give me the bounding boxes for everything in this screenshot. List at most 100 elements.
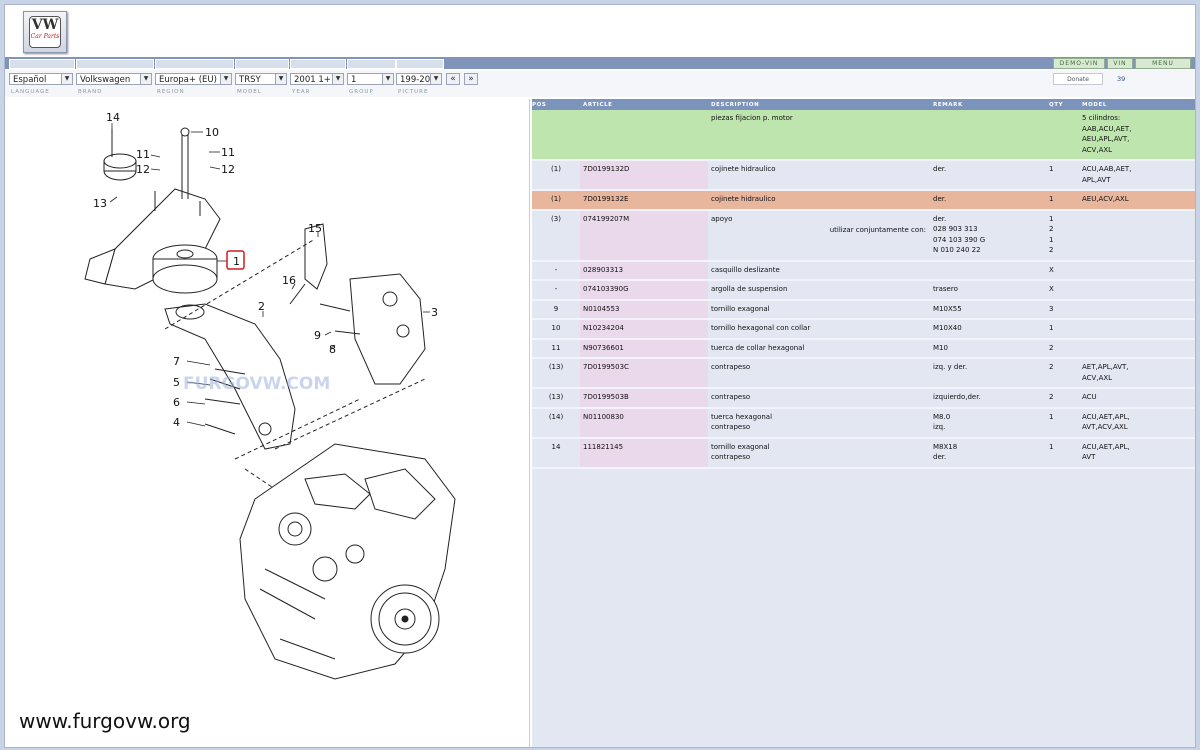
qty-line: 1 [1049, 412, 1054, 421]
cell-model: ACU,AAB,AET, APL,AVT [1079, 160, 1195, 191]
cell-qty: 1 2 1 2 [1046, 209, 1079, 262]
language-select[interactable]: Español ▼ [9, 73, 73, 85]
cell-qty: 2 [1046, 358, 1079, 389]
callout-14[interactable]: 14 [106, 111, 120, 124]
cell-article[interactable]: N90736601 [580, 338, 708, 359]
header-pos: POS [532, 99, 580, 110]
language-value: Español [13, 75, 47, 85]
model-select[interactable]: TRSY ▼ [235, 73, 287, 85]
cell-description: contrapeso [708, 388, 930, 409]
cell-article[interactable]: 111821145 [580, 437, 708, 469]
cell-remark: der. [930, 160, 1046, 191]
table-row[interactable]: 9 N0104553 tornillo exagonal M10X55 3 [532, 299, 1195, 320]
description-line: argolla de suspension [711, 285, 788, 293]
model-line: ACU,AET,APL, [1082, 412, 1130, 421]
tab-model[interactable] [235, 59, 289, 69]
callout-10[interactable]: 10 [205, 126, 219, 139]
cell-qty: X [1046, 260, 1079, 281]
table-row[interactable]: (1) 7D0199132E cojinete hidraulico der. 1 AEU… [532, 190, 1195, 211]
callout-15[interactable]: 15 [308, 222, 322, 235]
brand-select[interactable]: Volkswagen ▼ [76, 73, 152, 85]
callout-16[interactable]: 16 [282, 274, 296, 287]
tab-region[interactable] [155, 59, 234, 69]
table-row[interactable]: (14) N01100830 tuerca hexagonal contrapeso M… [532, 407, 1195, 439]
donate-button[interactable]: Donate [1053, 73, 1103, 85]
cell-remark: utilizar conjuntamente con: der. 028 903 3… [830, 209, 1046, 262]
cell-article[interactable]: 028903313 [580, 260, 708, 281]
callout-1[interactable]: 1 [233, 255, 240, 268]
cell-description: casquillo deslizante [708, 260, 930, 281]
table-row[interactable]: 10 N10234204 tornillo hexagonal con collar… [532, 319, 1195, 340]
table-row[interactable]: 11 N90736601 tuerca de collar hexagonal M10… [532, 338, 1195, 359]
cell-article[interactable] [580, 110, 708, 161]
description-line: contrapeso [711, 363, 751, 371]
chevron-down-icon: ▼ [275, 74, 286, 84]
prev-picture-button[interactable]: « [446, 73, 460, 85]
cell-model [1079, 209, 1195, 262]
callout-7[interactable]: 7 [173, 355, 180, 368]
demo-vin-button[interactable]: DEMO-VIN [1053, 58, 1105, 69]
callout-2[interactable]: 2 [258, 300, 265, 313]
cell-article[interactable]: 7D0199503B [580, 388, 708, 409]
cell-article[interactable]: 7D0199132D [580, 160, 708, 191]
cell-pos [532, 110, 580, 161]
cell-pos: (13) [532, 358, 580, 389]
page-number: 39 [1117, 75, 1126, 83]
tab-year[interactable] [290, 59, 346, 69]
callout-12-left[interactable]: 12 [136, 163, 150, 176]
cell-article[interactable]: 7D0199132E [580, 190, 708, 211]
picture-select[interactable]: 199-20 ▼ [396, 73, 442, 85]
table-row[interactable]: 14 111821145 tornillo exagonal contrapeso M8… [532, 437, 1195, 469]
engine-mount-diagram: 14 10 11 11 12 12 13 1 15 16 2 3 9 8 7 5… [84, 111, 456, 680]
model-line: APL,AVT [1082, 175, 1111, 184]
table-row[interactable]: (1) 7D0199132D cojinete hidraulico der. 1 ACU… [532, 160, 1195, 191]
callout-13[interactable]: 13 [93, 197, 107, 210]
table-row[interactable]: piezas fijacion p. motor 5 cilindros: AAB,… [532, 110, 1195, 161]
remark-line: der. [933, 165, 947, 173]
year-select[interactable]: 2001 1+ ▼ [290, 73, 344, 85]
tab-language[interactable] [9, 59, 75, 69]
callout-4[interactable]: 4 [173, 416, 180, 429]
callout-6[interactable]: 6 [173, 396, 180, 409]
cell-article[interactable]: N01100830 [580, 407, 708, 439]
menu-button[interactable]: MENU [1135, 58, 1191, 69]
callout-12-right[interactable]: 12 [221, 163, 235, 176]
region-select[interactable]: Europa+ (EU) ▼ [155, 73, 232, 85]
cell-article[interactable]: N0104553 [580, 299, 708, 320]
callout-11-left[interactable]: 11 [136, 148, 150, 161]
cell-article[interactable]: 074103390G [580, 280, 708, 301]
next-picture-button[interactable]: » [464, 73, 478, 85]
header: VW Car Parts [5, 5, 1195, 55]
vw-logo-button[interactable]: VW Car Parts [23, 11, 67, 53]
cell-model [1079, 319, 1195, 340]
description-line: tornillo hexagonal con collar [711, 324, 811, 332]
remark-line: 074 103 390 G [933, 235, 986, 244]
cell-remark: M10X55 [930, 299, 1046, 320]
qty-line: 1 [1049, 195, 1054, 203]
tab-picture[interactable] [396, 59, 444, 69]
table-row[interactable]: (13) 7D0199503B contrapeso izquierdo,der. 2 A… [532, 388, 1195, 409]
cell-pos: (13) [532, 388, 580, 409]
label-language: LANGUAGE [11, 89, 50, 95]
remark-line: M8X18 [933, 442, 958, 451]
callout-5[interactable]: 5 [173, 376, 180, 389]
cell-article[interactable]: N10234204 [580, 319, 708, 340]
tab-brand[interactable] [76, 59, 154, 69]
qty-line: 1 [1049, 214, 1054, 223]
remark-line: M10X40 [933, 324, 962, 332]
cell-article[interactable]: 074199207M [580, 209, 708, 262]
callout-11-right[interactable]: 11 [221, 146, 235, 159]
cell-remark: trasero [930, 280, 1046, 301]
group-select[interactable]: 1 ▼ [347, 73, 394, 85]
callout-8[interactable]: 8 [329, 343, 336, 356]
tab-group[interactable] [347, 59, 396, 69]
vin-button[interactable]: VIN [1107, 58, 1133, 69]
label-picture: PICTURE [398, 89, 429, 95]
callout-3[interactable]: 3 [431, 306, 438, 319]
table-row[interactable]: -028903313 casquillo deslizante X [532, 260, 1195, 281]
table-row[interactable]: -074103390G argolla de suspension trasero X [532, 280, 1195, 301]
cell-article[interactable]: 7D0199503C [580, 358, 708, 389]
callout-9[interactable]: 9 [314, 329, 321, 342]
table-row[interactable]: (13) 7D0199503C contrapeso izq. y der. 2 AET,… [532, 358, 1195, 389]
table-row[interactable]: (3) 074199207M apoyo utilizar conjuntamente… [532, 209, 1195, 262]
